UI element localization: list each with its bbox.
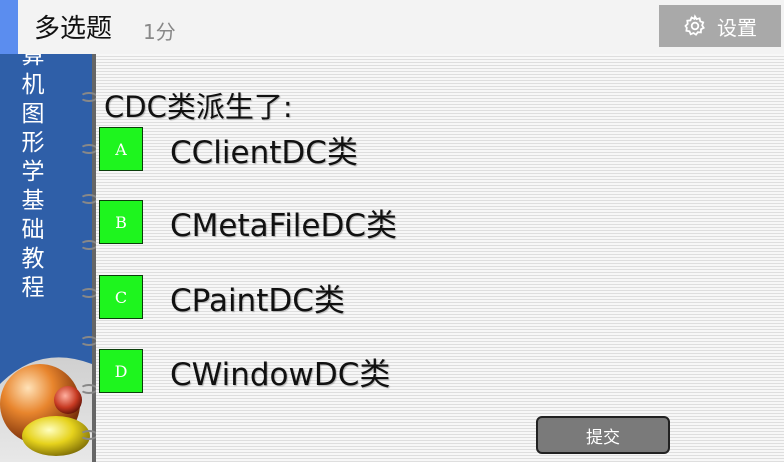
option-d[interactable]: D CWindowDC类 [99, 348, 390, 394]
submit-button[interactable]: 提交 [536, 416, 670, 454]
gear-icon [684, 14, 705, 36]
book-title-char: 学 [21, 159, 45, 185]
book-title-char: 图 [21, 101, 45, 127]
question-text: CDC类派生了: [104, 90, 293, 124]
header-bar: 多选题 1分 设置 [0, 0, 784, 54]
book-cover: 算 机 图 形 学 基 础 教 程 [0, 54, 92, 462]
header-accent-stripe [0, 0, 18, 54]
book-title-char: 形 [21, 130, 45, 156]
option-letter-box[interactable]: D [99, 349, 143, 393]
option-text[interactable]: CMetaFileDC类 [170, 200, 397, 245]
option-letter-box[interactable]: C [99, 275, 143, 319]
option-text[interactable]: CWindowDC类 [170, 349, 390, 394]
question-score: 1分 [143, 20, 176, 44]
book-title-char: 程 [21, 275, 45, 301]
option-b[interactable]: B CMetaFileDC类 [99, 199, 397, 245]
book-title-char: 机 [21, 72, 45, 98]
book-title-char: 础 [21, 217, 45, 243]
settings-button[interactable]: 设置 [659, 5, 781, 47]
book-title-char: 教 [21, 246, 45, 272]
book-title-char: 算 [21, 54, 45, 69]
option-a[interactable]: A CClientDC类 [99, 126, 358, 172]
book-cover-sidebar: 算 机 图 形 学 基 础 教 程 [0, 54, 98, 462]
option-text[interactable]: CClientDC类 [170, 127, 358, 172]
question-type-label: 多选题 [34, 14, 113, 44]
book-title-vertical: 算 机 图 形 学 基 础 教 程 [18, 54, 48, 303]
option-letter-box[interactable]: B [99, 200, 143, 244]
option-c[interactable]: C CPaintDC类 [99, 274, 345, 320]
book-title-char: 基 [21, 188, 45, 214]
option-text[interactable]: CPaintDC类 [170, 275, 345, 320]
option-letter-box[interactable]: A [99, 127, 143, 171]
spheres-illustration [0, 324, 92, 456]
settings-label: 设置 [717, 15, 757, 40]
cover-illustration [0, 324, 92, 462]
